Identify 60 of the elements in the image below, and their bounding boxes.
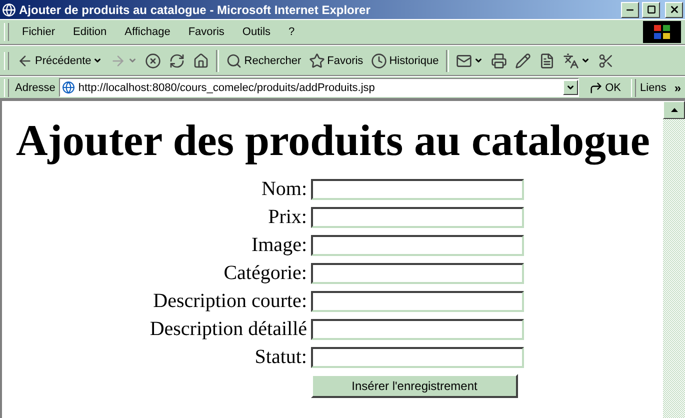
stop-icon[interactable] bbox=[145, 52, 162, 68]
menu-item[interactable]: Fichier bbox=[13, 24, 64, 40]
scrollbar[interactable] bbox=[663, 101, 685, 418]
refresh-icon[interactable] bbox=[169, 52, 186, 68]
star-icon bbox=[309, 52, 326, 68]
globe-icon bbox=[62, 81, 76, 94]
menu-item[interactable]: Favoris bbox=[179, 24, 234, 40]
menu-item[interactable]: Outils bbox=[233, 24, 280, 40]
submit-button[interactable]: Insérer l'enregistrement bbox=[311, 374, 518, 398]
dropdown-button[interactable] bbox=[563, 80, 578, 95]
toolbar-button[interactable]: Précédente bbox=[13, 52, 106, 68]
search-icon bbox=[226, 52, 242, 68]
toolbar-button[interactable]: Historique bbox=[367, 52, 443, 68]
menu-item[interactable]: ? bbox=[280, 24, 304, 40]
up-arrow-icon[interactable] bbox=[670, 108, 678, 112]
caret-icon[interactable] bbox=[474, 56, 483, 65]
printer-icon[interactable] bbox=[490, 52, 507, 68]
maximize-icon bbox=[646, 5, 656, 14]
address-field[interactable]: http://localhost:8080/cours_comelec/produits/addProduits.jsp bbox=[59, 78, 580, 97]
field-label: Catégorie: bbox=[222, 262, 307, 284]
browser-icon bbox=[2, 2, 16, 16]
menu-item[interactable]: Edition bbox=[64, 24, 116, 40]
field-label: Nom: bbox=[260, 178, 307, 200]
field-label: Description détaillé bbox=[148, 318, 307, 340]
address-label: Adresse bbox=[14, 82, 56, 94]
field-label: Prix: bbox=[267, 206, 307, 228]
clock-icon bbox=[371, 52, 388, 68]
scissors-icon[interactable] bbox=[598, 52, 614, 68]
text-field[interactable] bbox=[311, 318, 524, 340]
home-icon[interactable] bbox=[193, 52, 210, 68]
toolbar-button[interactable]: Rechercher bbox=[222, 52, 306, 68]
toolbar-button[interactable]: Favoris bbox=[305, 52, 368, 68]
caret-icon[interactable] bbox=[580, 56, 590, 65]
field-label: Statut: bbox=[254, 346, 307, 368]
text-field[interactable] bbox=[311, 234, 524, 256]
field-label: Image: bbox=[250, 234, 307, 256]
maximize-button[interactable] bbox=[642, 2, 660, 18]
go-button[interactable]: OK bbox=[579, 80, 632, 94]
field-label: Description courte: bbox=[152, 290, 307, 312]
arrow-icon bbox=[589, 80, 604, 94]
menu-item[interactable]: Affichage bbox=[116, 24, 180, 40]
text-field[interactable] bbox=[311, 206, 524, 228]
caret-icon bbox=[566, 83, 576, 92]
text-field[interactable] bbox=[311, 178, 524, 200]
document-icon[interactable] bbox=[538, 52, 555, 68]
text-field[interactable] bbox=[311, 290, 524, 312]
pencil-icon[interactable] bbox=[514, 52, 531, 68]
languages-icon[interactable] bbox=[562, 52, 579, 68]
links-button[interactable]: Liens bbox=[640, 82, 666, 94]
text-field[interactable] bbox=[311, 346, 524, 368]
close-button[interactable] bbox=[665, 2, 683, 18]
page-heading: Ajouter des produits au catalogue bbox=[16, 115, 651, 166]
windows-logo-icon bbox=[643, 21, 681, 43]
window-title: Ajouter de produits au catalogue - Microsoft Internet Explorer bbox=[19, 2, 372, 16]
more-button[interactable]: » bbox=[674, 80, 681, 94]
close-icon bbox=[668, 4, 680, 15]
minimize-button[interactable] bbox=[621, 2, 639, 18]
mail-icon[interactable] bbox=[456, 52, 472, 68]
caret-icon[interactable] bbox=[93, 56, 102, 65]
text-field[interactable] bbox=[311, 262, 524, 284]
